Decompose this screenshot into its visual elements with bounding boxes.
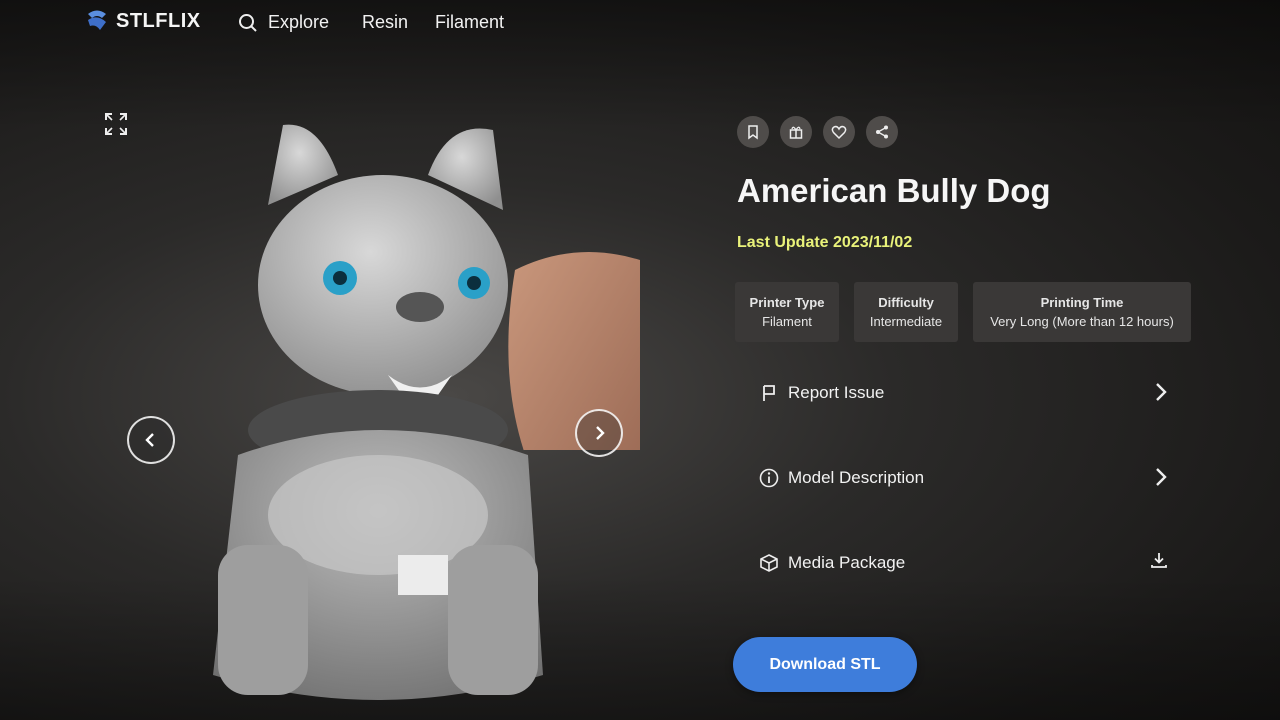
bookmark-icon — [748, 125, 758, 140]
previous-image-button[interactable] — [127, 416, 175, 464]
heart-icon — [831, 125, 847, 140]
model-title: American Bully Dog — [737, 172, 1051, 209]
stlflix-logo-icon — [88, 10, 106, 30]
spec-label: Printing Time — [1040, 295, 1124, 310]
cube-icon — [758, 552, 780, 574]
gift-button[interactable] — [780, 116, 812, 148]
bookmark-button[interactable] — [737, 116, 769, 148]
info-icon — [758, 467, 780, 489]
nav-explore-label: Explore — [268, 12, 330, 32]
media-package-row[interactable]: Media Package — [758, 545, 1168, 581]
download-stl-button[interactable]: Download STL — [733, 637, 917, 692]
nav-filament-label: Filament — [435, 12, 505, 32]
nav-resin-label: Resin — [362, 12, 409, 32]
spec-printing-time: Printing Time Very Long (More than 12 ho… — [973, 282, 1191, 342]
media-package-label: Media Package — [788, 553, 906, 572]
brand-name: STLFLIX — [116, 9, 201, 32]
nav-filament[interactable]: Filament — [435, 12, 504, 33]
share-icon — [876, 125, 888, 139]
page-background — [0, 0, 1280, 720]
model-actions — [737, 116, 898, 148]
next-image-button[interactable] — [575, 409, 623, 457]
expand-icon[interactable] — [103, 111, 129, 137]
spec-difficulty: Difficulty Intermediate — [854, 282, 958, 342]
spec-printer-type: Printer Type Filament — [735, 282, 839, 342]
report-issue-label: Report Issue — [788, 383, 885, 402]
model-description-label: Model Description — [788, 468, 925, 487]
nav-resin[interactable]: Resin — [362, 12, 408, 33]
nav-explore[interactable]: Explore — [238, 12, 329, 33]
dog-model-image — [213, 124, 543, 700]
spec-value: Intermediate — [869, 314, 943, 329]
last-update: Last Update 2023/11/02 — [737, 234, 913, 251]
spec-label: Printer Type — [749, 295, 825, 310]
search-icon — [239, 13, 257, 32]
top-nav: STLFLIX Explore Resin Filament — [0, 0, 1280, 50]
spec-value: Very Long (More than 12 hours) — [990, 314, 1174, 329]
chevron-right-icon — [1154, 381, 1168, 408]
report-issue-row[interactable]: Report Issue — [758, 375, 1168, 411]
chevron-left-icon — [145, 433, 154, 447]
chevron-right-icon — [596, 426, 605, 440]
model-description-row[interactable]: Model Description — [758, 460, 1168, 496]
download-icon[interactable] — [1150, 551, 1168, 574]
brand-logo[interactable]: STLFLIX — [84, 8, 201, 34]
spec-label: Difficulty — [878, 295, 934, 310]
flag-icon — [758, 382, 780, 404]
gift-icon — [789, 126, 803, 139]
like-button[interactable] — [823, 116, 855, 148]
spec-value: Filament — [762, 314, 812, 329]
chevron-right-icon — [1154, 466, 1168, 493]
share-button[interactable] — [866, 116, 898, 148]
